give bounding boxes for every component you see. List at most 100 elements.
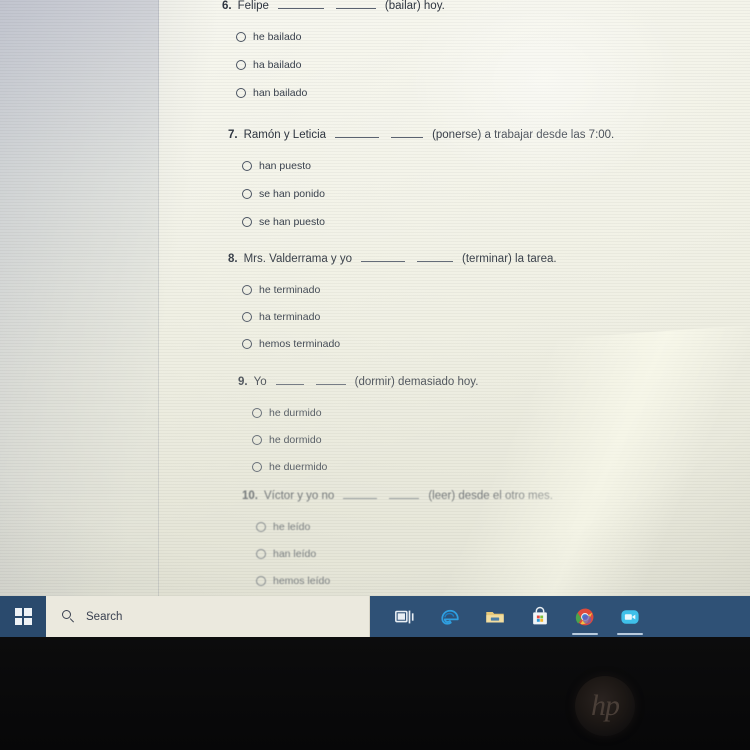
store-bag-icon xyxy=(533,606,547,624)
answer-blank-2 xyxy=(389,489,420,499)
taskbar-item-video-app[interactable] xyxy=(609,596,651,637)
quiz-question-7: 7. Ramón y Leticia (ponerse) a trabajar … xyxy=(228,128,614,228)
answer-blank-1 xyxy=(343,489,378,499)
taskbar-item-file-explorer[interactable] xyxy=(474,596,516,637)
answer-blank-2 xyxy=(315,375,346,385)
option-label: hemos terminado xyxy=(259,338,341,350)
option-list: he terminado ha terminado hemos terminad… xyxy=(228,284,557,350)
radio-button-icon[interactable] xyxy=(236,60,246,70)
question-number: 7. xyxy=(228,129,238,141)
quiz-question-10: 10. Víctor y yo no (leer) desde el otro … xyxy=(242,489,553,587)
quiz-option[interactable]: he bailado xyxy=(236,31,445,43)
radio-button-icon[interactable] xyxy=(252,462,262,472)
question-text-after: (terminar) la tarea. xyxy=(462,253,557,265)
radio-button-icon[interactable] xyxy=(256,576,266,586)
radio-button-icon[interactable] xyxy=(242,285,252,295)
quiz-option[interactable]: ha terminado xyxy=(242,311,557,323)
edge-icon xyxy=(441,609,459,625)
question-prompt: 6. Felipe (bailar) hoy. xyxy=(222,0,445,12)
quiz-option[interactable]: he terminado xyxy=(242,284,557,296)
option-label: han leído xyxy=(273,548,317,560)
quiz-option[interactable]: se han ponido xyxy=(242,188,614,200)
answer-blank-1 xyxy=(275,375,304,385)
hp-logo-text: hp xyxy=(591,689,620,722)
radio-button-icon[interactable] xyxy=(242,217,252,227)
radio-button-icon[interactable] xyxy=(242,312,252,322)
radio-button-icon[interactable] xyxy=(256,549,266,559)
quiz-content: 6. Felipe (bailar) hoy. he bailado ha ba… xyxy=(0,0,750,596)
taskbar-search-box[interactable]: Search xyxy=(46,596,370,637)
question-text-before: Yo xyxy=(253,376,267,388)
option-label: hemos leído xyxy=(273,575,331,587)
quiz-option[interactable]: hemos terminado xyxy=(242,338,557,350)
answer-blank-1 xyxy=(361,252,406,262)
taskbar-item-edge[interactable] xyxy=(429,596,471,637)
quiz-option[interactable]: hemos leído xyxy=(256,575,553,587)
answer-blank-2 xyxy=(417,252,454,262)
quiz-option[interactable]: han bailado xyxy=(236,87,445,99)
option-label: he leído xyxy=(273,521,311,533)
radio-button-icon[interactable] xyxy=(236,88,246,98)
quiz-option[interactable]: se han puesto xyxy=(242,216,614,228)
search-icon xyxy=(62,610,75,623)
laptop-photo: 6. Felipe (bailar) hoy. he bailado ha ba… xyxy=(0,0,750,750)
quiz-option[interactable]: he duermido xyxy=(252,461,478,473)
hp-logo: hp xyxy=(575,676,635,736)
quiz-option[interactable]: ha bailado xyxy=(236,59,445,71)
answer-blank-2 xyxy=(391,128,424,138)
answer-blank-1 xyxy=(335,128,380,138)
radio-button-icon[interactable] xyxy=(242,339,252,349)
option-label: he duermido xyxy=(269,461,328,473)
quiz-option[interactable]: han puesto xyxy=(242,160,614,172)
question-prompt: 8. Mrs. Valderrama y yo (terminar) la ta… xyxy=(228,252,557,265)
search-input[interactable]: Search xyxy=(86,611,122,623)
running-indicator xyxy=(572,633,598,635)
option-list: he bailado ha bailado han bailado xyxy=(222,31,445,99)
start-button[interactable] xyxy=(0,596,46,637)
option-label: he bailado xyxy=(253,31,302,43)
radio-button-icon[interactable] xyxy=(242,161,252,171)
option-label: ha terminado xyxy=(259,311,321,323)
question-number: 8. xyxy=(228,253,238,265)
option-list: he durmido he dormido he duermido xyxy=(238,407,478,473)
chrome-icon xyxy=(575,608,594,625)
question-prompt: 10. Víctor y yo no (leer) desde el otro … xyxy=(242,489,553,502)
question-text-before: Mrs. Valderrama y yo xyxy=(243,253,353,265)
answer-blank-1 xyxy=(277,0,324,9)
option-label: se han puesto xyxy=(259,216,325,228)
option-label: he dormido xyxy=(269,434,322,446)
option-list: he leído han leído hemos leído xyxy=(242,521,553,587)
question-text-before: Ramón y Leticia xyxy=(243,129,327,141)
question-text-after: (leer) desde el otro mes. xyxy=(428,490,553,502)
video-camera-icon xyxy=(621,609,639,624)
option-label: se han ponido xyxy=(259,188,325,200)
folder-icon xyxy=(486,611,504,622)
taskbar-item-microsoft-store[interactable] xyxy=(519,596,561,637)
answer-blank-2 xyxy=(335,0,376,9)
running-indicator xyxy=(617,633,643,635)
radio-button-icon[interactable] xyxy=(236,32,246,42)
question-number: 10. xyxy=(242,490,258,502)
radio-button-icon[interactable] xyxy=(256,522,266,532)
taskbar-app-tray xyxy=(370,596,750,637)
windows-taskbar: Search xyxy=(0,596,750,637)
question-prompt: 7. Ramón y Leticia (ponerse) a trabajar … xyxy=(228,128,614,141)
radio-button-icon[interactable] xyxy=(252,435,262,445)
quiz-option[interactable]: he durmido xyxy=(252,407,478,419)
question-text-after: (bailar) hoy. xyxy=(384,0,445,12)
taskbar-item-task-view[interactable] xyxy=(384,596,426,637)
radio-button-icon[interactable] xyxy=(252,408,262,418)
option-label: han bailado xyxy=(253,87,308,99)
quiz-question-8: 8. Mrs. Valderrama y yo (terminar) la ta… xyxy=(228,252,557,350)
task-view-icon xyxy=(395,610,414,623)
quiz-option[interactable]: he leído xyxy=(256,521,553,533)
question-prompt: 9. Yo (dormir) demasiado hoy. xyxy=(238,375,478,388)
option-label: he terminado xyxy=(259,284,321,296)
quiz-option[interactable]: he dormido xyxy=(252,434,478,446)
taskbar-item-google-chrome[interactable] xyxy=(564,596,606,637)
question-text-after: (dormir) demasiado hoy. xyxy=(354,376,479,388)
question-text-before: Víctor y yo no xyxy=(264,490,335,502)
radio-button-icon[interactable] xyxy=(242,189,252,199)
option-label: han puesto xyxy=(259,160,311,172)
quiz-option[interactable]: han leído xyxy=(256,548,553,560)
